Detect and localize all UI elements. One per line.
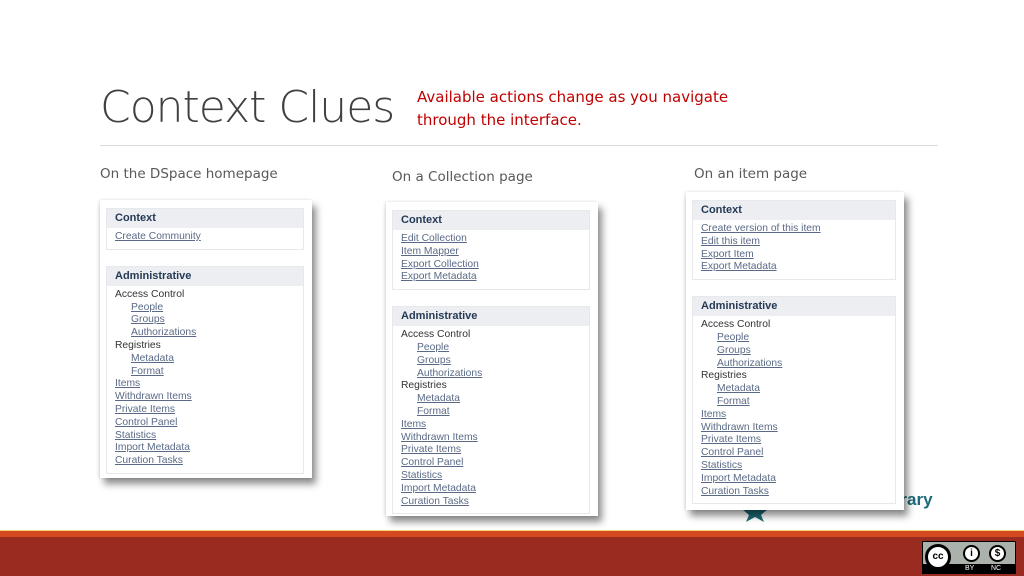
link-import-metadata[interactable]: Import Metadata (701, 473, 887, 486)
registries-label: Registries (701, 370, 747, 382)
link-statistics[interactable]: Statistics (401, 470, 581, 483)
link-authorizations[interactable]: Authorizations (701, 358, 887, 371)
link-curation-tasks[interactable]: Curation Tasks (115, 455, 295, 468)
link-withdrawn-items[interactable]: Withdrawn Items (701, 422, 887, 435)
attribution-icon: i (963, 545, 980, 562)
link-statistics[interactable]: Statistics (701, 460, 887, 473)
access-control-label: Access Control (115, 288, 185, 300)
slide-subtitle: Available actions change as you navigate… (417, 88, 729, 129)
link-create-version[interactable]: Create version of this item (701, 223, 887, 236)
link-export-metadata[interactable]: Export Metadata (401, 271, 581, 284)
link-metadata[interactable]: Metadata (401, 393, 581, 406)
context-box: Context Create version of this item Edit… (692, 200, 896, 281)
slide-title: Context Clues (100, 82, 395, 133)
screenshot-collection: Context Edit Collection Item Mapper Expo… (386, 202, 598, 516)
administrative-heading: Administrative (693, 297, 895, 317)
cc-logo-icon: cc (925, 544, 951, 570)
administrative-box: Administrative Access Control People Gro… (692, 296, 896, 505)
nc-label: NC (991, 565, 1002, 572)
link-control-panel[interactable]: Control Panel (115, 417, 295, 430)
screenshot-item: Context Create version of this item Edit… (686, 192, 904, 510)
title-divider (100, 145, 938, 146)
administrative-heading: Administrative (393, 307, 589, 327)
context-box: Context Edit Collection Item Mapper Expo… (392, 210, 590, 291)
link-export-collection[interactable]: Export Collection (401, 259, 581, 272)
link-import-metadata[interactable]: Import Metadata (401, 483, 581, 496)
administrative-box: Administrative Access Control People Gro… (392, 306, 590, 515)
link-format[interactable]: Format (701, 396, 887, 409)
link-items[interactable]: Items (115, 378, 295, 391)
caption-item: On an item page (694, 166, 808, 182)
link-item-mapper[interactable]: Item Mapper (401, 246, 581, 259)
link-groups[interactable]: Groups (115, 314, 295, 327)
caption-homepage: On the DSpace homepage (100, 166, 278, 182)
access-control-label: Access Control (401, 329, 471, 341)
link-people[interactable]: People (701, 332, 887, 345)
link-items[interactable]: Items (401, 419, 581, 432)
by-label: BY (965, 565, 975, 572)
link-export-metadata[interactable]: Export Metadata (701, 261, 887, 274)
link-private-items[interactable]: Private Items (401, 444, 581, 457)
context-heading: Context (107, 209, 303, 228)
link-control-panel[interactable]: Control Panel (401, 457, 581, 470)
context-box: Context Create Community (106, 208, 304, 250)
link-authorizations[interactable]: Authorizations (401, 368, 581, 381)
footer-bar (0, 537, 1024, 576)
link-curation-tasks[interactable]: Curation Tasks (401, 496, 581, 509)
link-curation-tasks[interactable]: Curation Tasks (701, 486, 887, 499)
link-withdrawn-items[interactable]: Withdrawn Items (401, 432, 581, 445)
access-control-label: Access Control (701, 319, 771, 331)
link-people[interactable]: People (115, 302, 295, 315)
caption-collection: On a Collection page (392, 169, 533, 185)
context-heading: Context (693, 201, 895, 220)
noncommercial-icon: $ (989, 545, 1006, 562)
link-edit-item[interactable]: Edit this item (701, 236, 887, 249)
link-private-items[interactable]: Private Items (115, 404, 295, 417)
link-format[interactable]: Format (401, 406, 581, 419)
link-private-items[interactable]: Private Items (701, 434, 887, 447)
link-format[interactable]: Format (115, 366, 295, 379)
administrative-box: Administrative Access Control People Gro… (106, 265, 304, 474)
link-groups[interactable]: Groups (401, 355, 581, 368)
link-items[interactable]: Items (701, 409, 887, 422)
link-statistics[interactable]: Statistics (115, 430, 295, 443)
screenshot-homepage: Context Create Community Administrative … (100, 200, 312, 478)
link-withdrawn-items[interactable]: Withdrawn Items (115, 391, 295, 404)
link-control-panel[interactable]: Control Panel (701, 447, 887, 460)
link-groups[interactable]: Groups (701, 345, 887, 358)
link-metadata[interactable]: Metadata (701, 383, 887, 396)
link-create-community[interactable]: Create Community (115, 231, 295, 244)
creative-commons-icon: cc i $ BY NC (922, 541, 1016, 574)
link-export-item[interactable]: Export Item (701, 249, 887, 262)
link-metadata[interactable]: Metadata (115, 353, 295, 366)
link-edit-collection[interactable]: Edit Collection (401, 233, 581, 246)
registries-label: Registries (115, 339, 161, 351)
administrative-heading: Administrative (107, 266, 303, 286)
link-authorizations[interactable]: Authorizations (115, 327, 295, 340)
context-heading: Context (393, 211, 589, 230)
link-people[interactable]: People (401, 342, 581, 355)
link-import-metadata[interactable]: Import Metadata (115, 442, 295, 455)
registries-label: Registries (401, 380, 447, 392)
